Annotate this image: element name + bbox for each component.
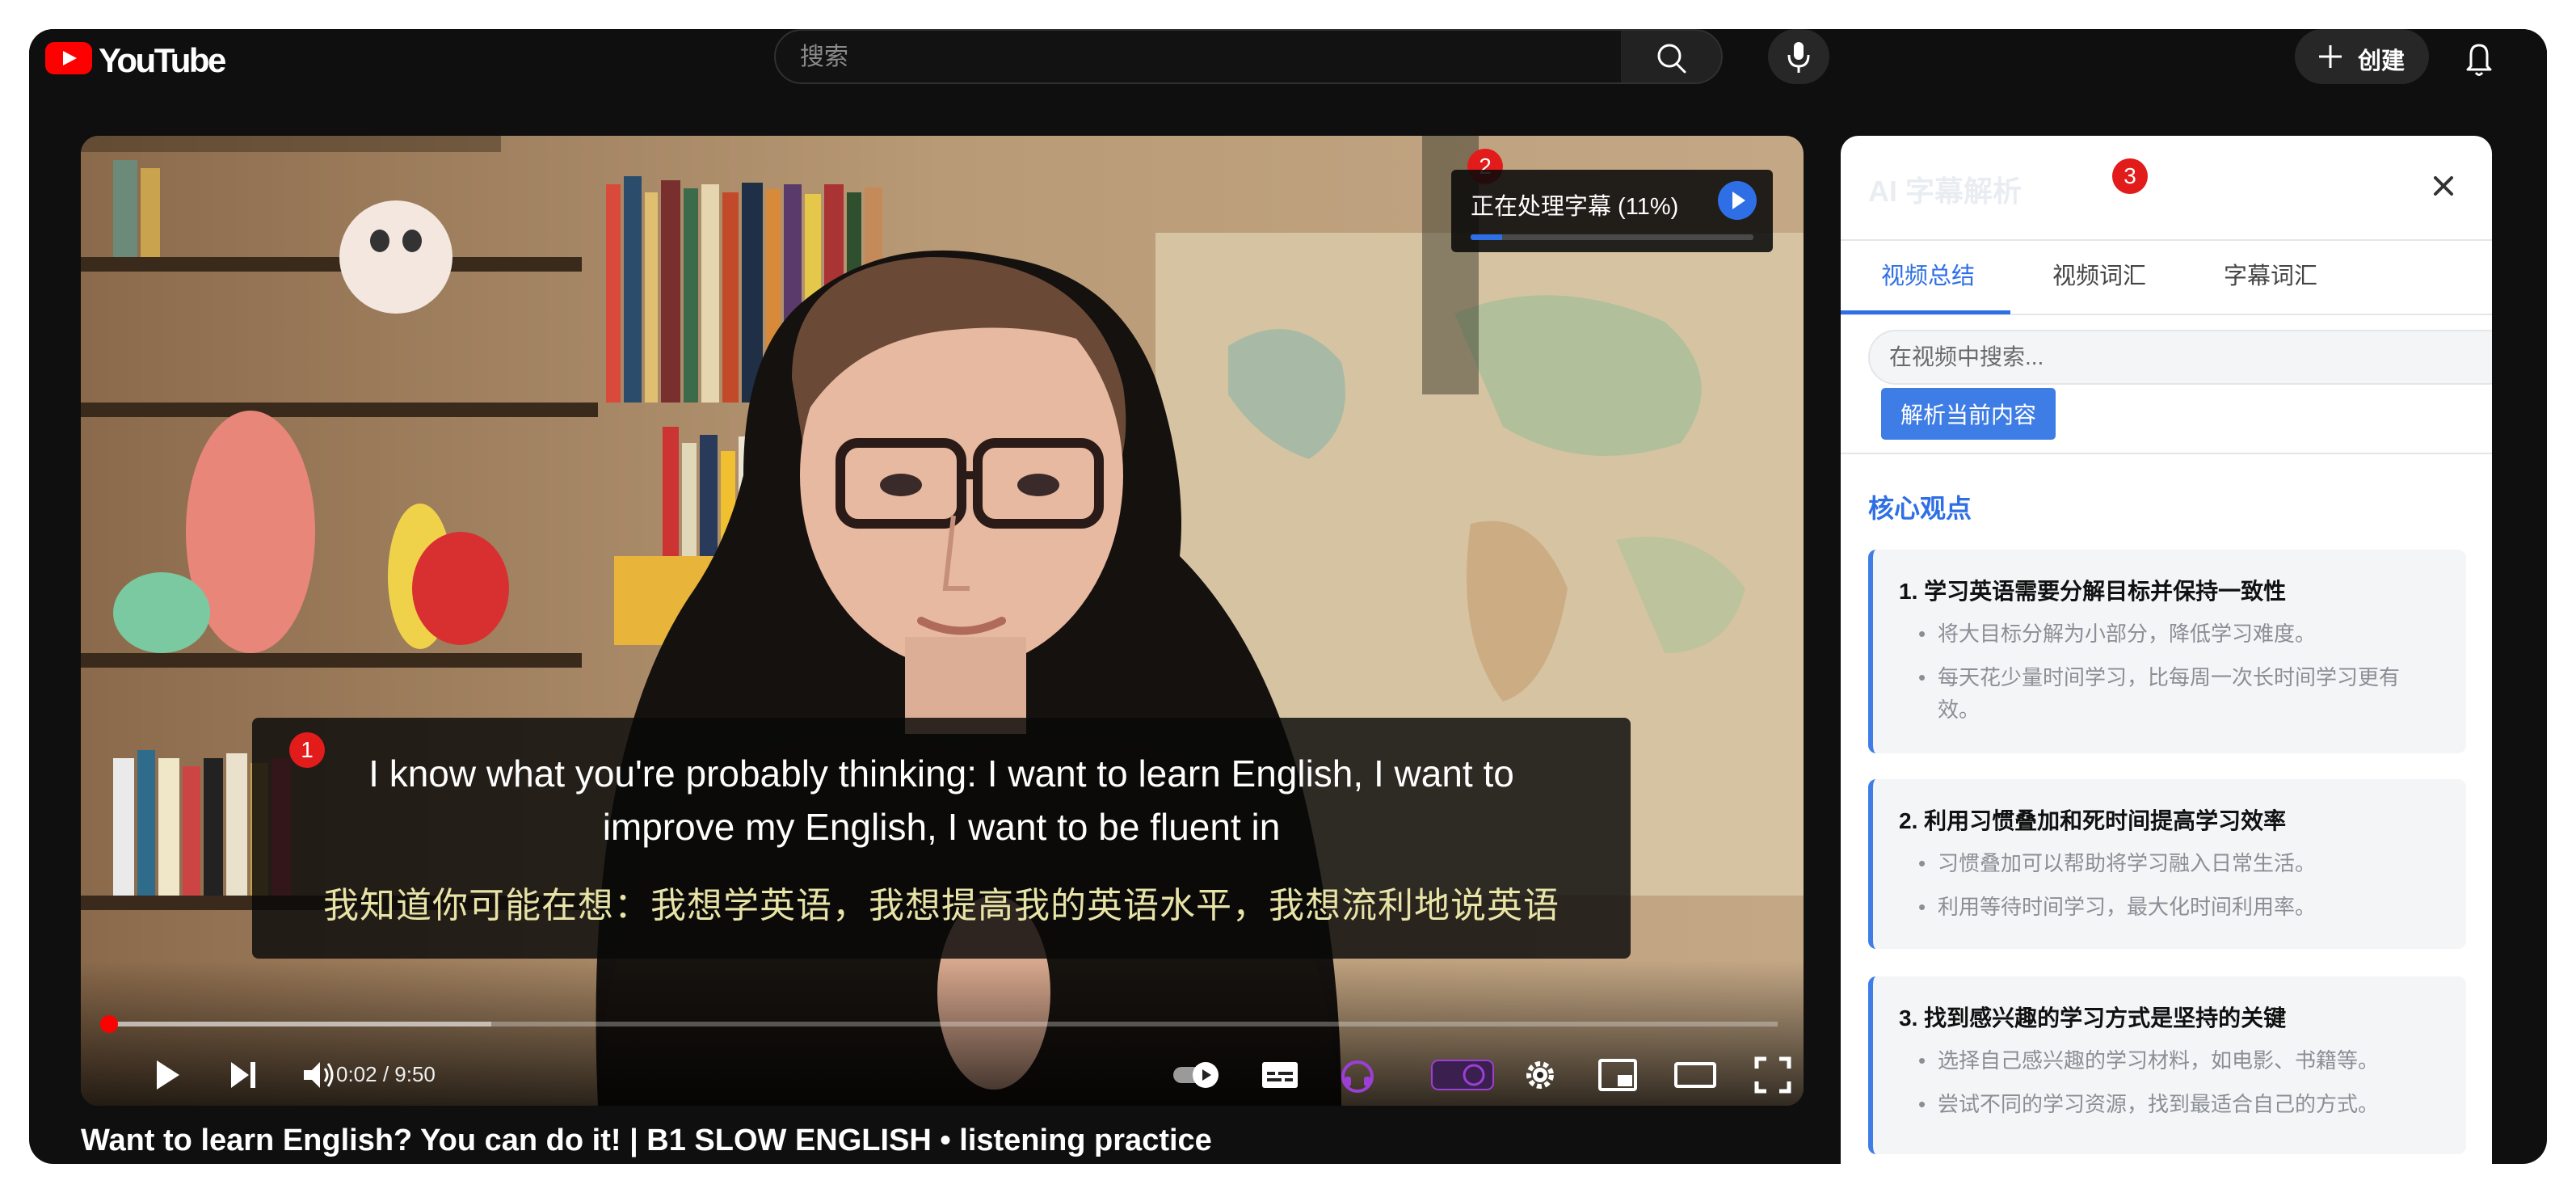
close-icon[interactable] (2426, 168, 2461, 204)
microphone-icon (1787, 42, 1810, 73)
summary-card-bullet: 将大目标分解为小部分，降低学习难度。 (1918, 618, 2431, 650)
theater-mode-icon[interactable] (1669, 1049, 1721, 1101)
bell-icon (2466, 44, 2492, 76)
summary-card-bullet: 每天花少量时间学习，比每周一次长时间学习更有效。 (1918, 661, 2431, 726)
video-search-input[interactable] (1868, 330, 2492, 385)
caption-overlay: 1 I know what you're probably thinking: … (252, 718, 1631, 959)
subtitle-processing-popup: 正在处理字幕 (11%) (1451, 170, 1773, 252)
video-progress-bar[interactable] (107, 1022, 1778, 1026)
caption-english: I know what you're probably thinking: I … (368, 752, 1514, 848)
summary-card: 3. 找到感兴趣的学习方式是坚持的关键 选择自己感兴趣的学习材料，如电影、书籍等… (1868, 976, 2466, 1154)
summary-card-title: 3. 找到感兴趣的学习方式是坚持的关键 (1899, 1005, 2287, 1031)
summary-card-bullet: 利用等待时间学习，最大化时间利用率。 (1918, 891, 2431, 923)
summary-card-title: 1. 学习英语需要分解目标并保持一致性 (1899, 579, 2287, 604)
search-input[interactable] (798, 40, 1593, 74)
play-button-icon[interactable] (141, 1049, 192, 1101)
tab-video-summary[interactable]: 视频总结 (1881, 257, 1975, 291)
panel-header-divider (1841, 239, 2492, 241)
plus-icon (2319, 45, 2342, 68)
extension-toggle-icon[interactable] (1429, 1049, 1496, 1101)
masthead: YouTube 创建 (29, 29, 2547, 113)
next-button-icon[interactable] (217, 1049, 268, 1101)
autoplay-toggle-icon[interactable] (1168, 1049, 1230, 1101)
summary-card: 2. 利用习惯叠加和死时间提高学习效率 习惯叠加可以帮助将学习融入日常生活。 利… (1868, 779, 2466, 949)
voice-search-button[interactable] (1768, 29, 1829, 84)
summary-card-title: 2. 利用习惯叠加和死时间提高学习效率 (1899, 808, 2287, 833)
extension-headphones-icon[interactable] (1332, 1049, 1383, 1101)
active-tab-indicator (1841, 310, 2010, 314)
ai-subtitle-panel: AI 字幕解析 3 视频总结 视频词汇 字幕词汇 解析当前内容 核心观点 1. … (1841, 136, 2492, 1164)
tab-video-vocabulary[interactable]: 视频词汇 (2052, 257, 2146, 291)
summary-card: 1. 学习英语需要分解目标并保持一致性 将大目标分解为小部分，降低学习难度。 每… (1868, 550, 2466, 753)
search-icon (1657, 44, 1686, 74)
search-box (774, 29, 1623, 84)
summary-card-bullet: 习惯叠加可以帮助将学习融入日常生活。 (1918, 847, 2431, 879)
miniplayer-icon[interactable] (1592, 1049, 1644, 1101)
summary-card-bullet: 尝试不同的学习资源，找到最适合自己的方式。 (1918, 1088, 2431, 1120)
progress-scrubber-handle[interactable] (100, 1015, 118, 1033)
panel-badge: 3 (2112, 158, 2148, 194)
time-readout: 0:02 / 9:50 (336, 1062, 436, 1086)
browser-window: YouTube 创建 (29, 29, 2547, 1164)
summary-card-bullet: 选择自己感兴趣的学习材料，如电影、书籍等。 (1918, 1044, 2431, 1077)
processing-play-icon[interactable] (1718, 181, 1757, 220)
create-button-label: 创建 (2358, 48, 2406, 74)
section-title: 核心观点 (1868, 494, 1972, 523)
fullscreen-icon[interactable] (1747, 1049, 1799, 1101)
processing-progress-fill (1471, 234, 1502, 240)
settings-gear-icon[interactable] (1514, 1049, 1566, 1101)
video-title: Want to learn English? You can do it! | … (81, 1123, 1212, 1157)
panel-divider (1841, 453, 2492, 454)
tab-subtitle-vocabulary[interactable]: 字幕词汇 (2224, 257, 2317, 291)
subtitles-icon[interactable] (1254, 1049, 1306, 1101)
notifications-button[interactable] (2455, 34, 2503, 82)
video-player[interactable]: 1 I know what you're probably thinking: … (81, 136, 1804, 1106)
analyze-current-button[interactable]: 解析当前内容 (1881, 388, 2056, 440)
youtube-play-icon (45, 42, 92, 74)
processing-status-text: 正在处理字幕 (11%) (1471, 194, 1679, 220)
youtube-logo-text: YouTube (99, 41, 226, 79)
panel-title: AI 字幕解析 (1868, 175, 2022, 208)
processing-progress-bar (1471, 234, 1753, 240)
progress-buffered (107, 1022, 491, 1026)
caption-chinese: 我知道你可能在想：我想学英语，我想提高我的英语水平，我想流利地说英语 (323, 886, 1559, 925)
create-button[interactable]: 创建 (2295, 29, 2429, 84)
search-button[interactable] (1621, 29, 1723, 84)
